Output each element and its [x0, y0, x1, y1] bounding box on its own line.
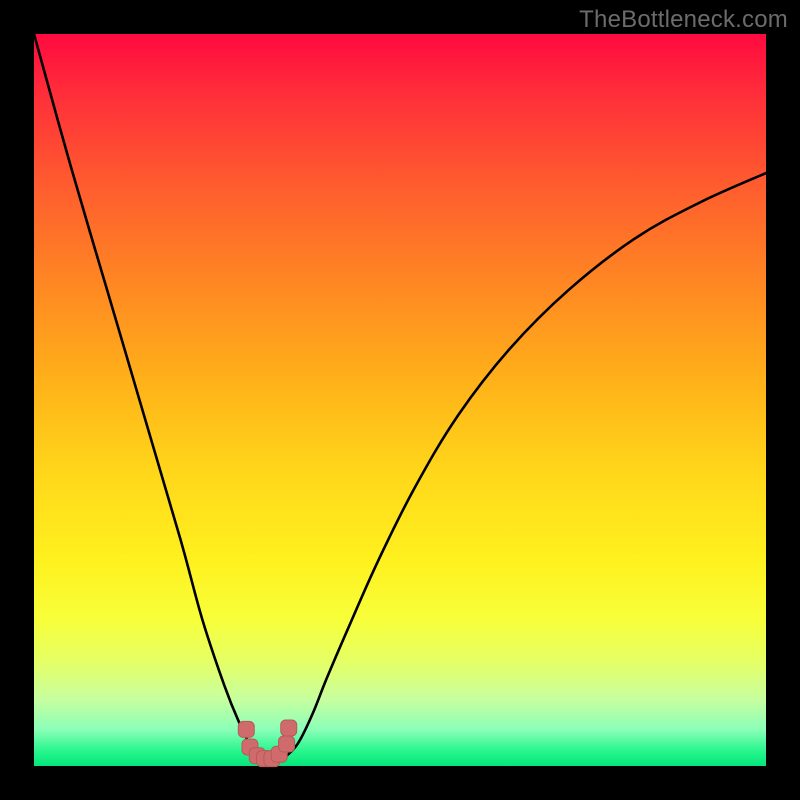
- minimum-marker: [281, 720, 297, 736]
- minimum-marker: [279, 736, 295, 752]
- bottleneck-curve: [34, 34, 766, 763]
- minimum-markers: [238, 720, 296, 767]
- watermark-text: TheBottleneck.com: [579, 6, 788, 34]
- outer-frame: TheBottleneck.com: [0, 0, 800, 800]
- plot-area: [34, 34, 766, 766]
- minimum-marker: [238, 721, 254, 737]
- chart-svg: [34, 34, 766, 766]
